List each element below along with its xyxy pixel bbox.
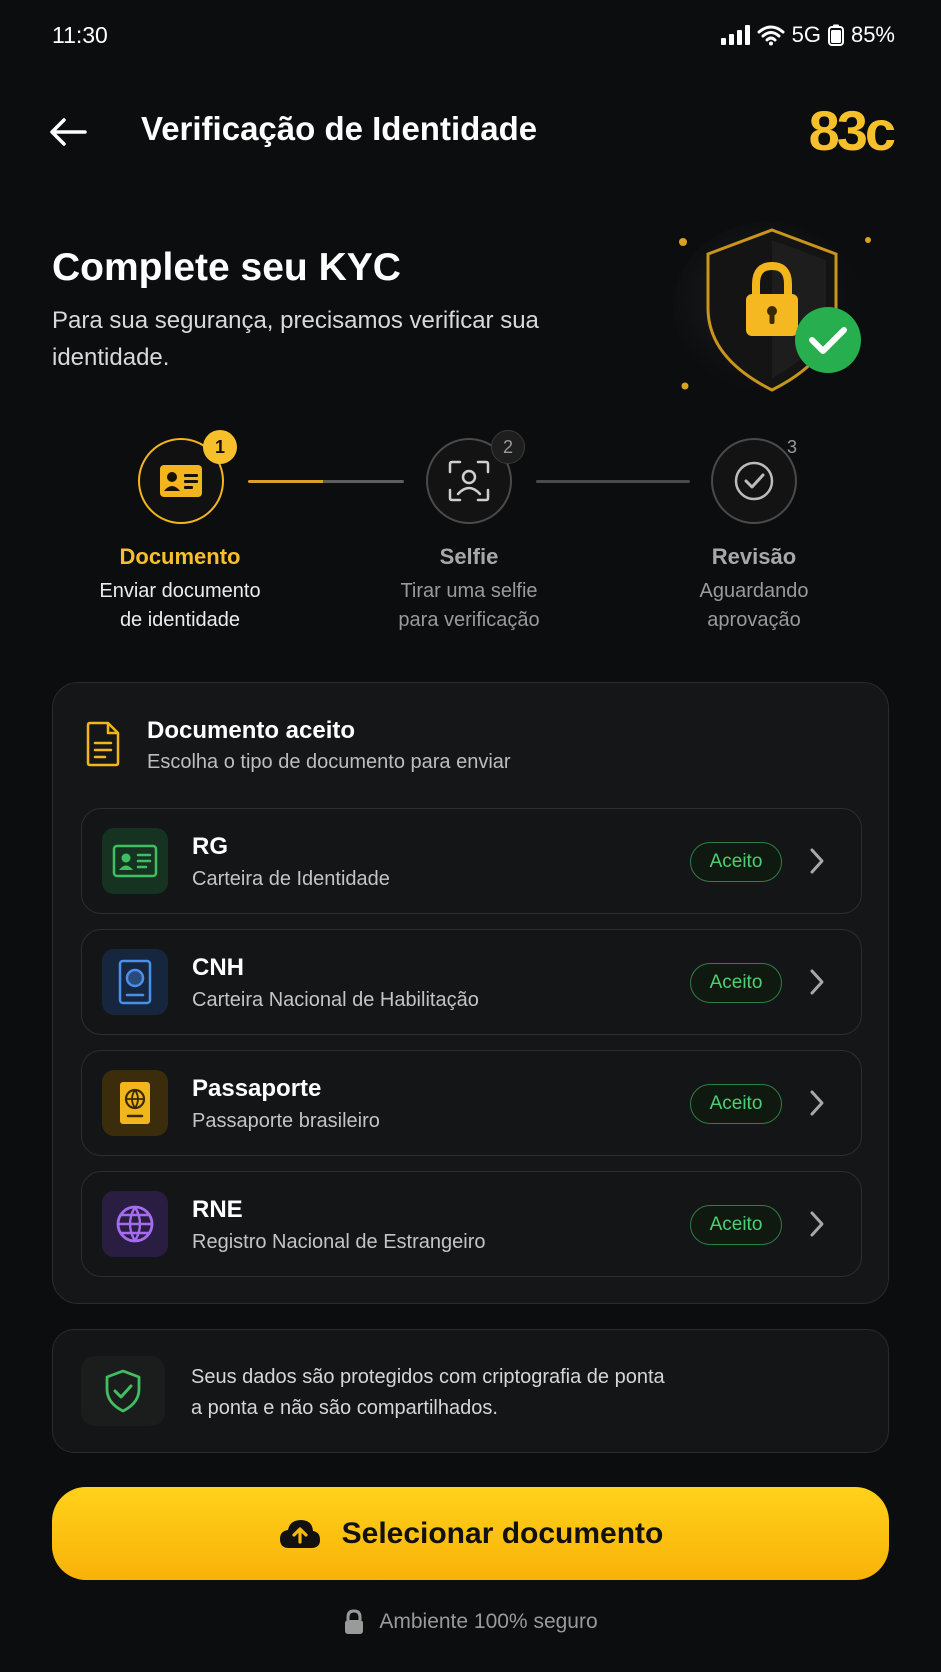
step-2-desc-line1: Tirar uma selfie bbox=[400, 580, 538, 602]
documents-subtitle: Escolha o tipo de documento para enviar bbox=[147, 751, 511, 773]
battery-icon bbox=[827, 24, 844, 46]
accepted-badge: Aceito bbox=[690, 1084, 782, 1124]
hero-subtitle: Para sua segurança, precisamos verificar… bbox=[52, 307, 539, 371]
accepted-badge: Aceito bbox=[690, 963, 782, 1003]
document-icon bbox=[86, 721, 120, 767]
select-document-label: Selecionar documento bbox=[341, 1516, 664, 1550]
arrow-left-icon bbox=[50, 118, 87, 146]
step-3-badge: 3 bbox=[786, 436, 797, 457]
notice-line-2: a ponta e não são compartilhados. bbox=[191, 1397, 498, 1419]
document-description: Carteira de Identidade bbox=[192, 868, 390, 890]
chevron-right-icon bbox=[810, 1090, 824, 1116]
back-button[interactable] bbox=[44, 108, 92, 156]
chevron-right-icon bbox=[810, 848, 824, 874]
license-icon bbox=[102, 949, 168, 1015]
chevron-right-icon bbox=[810, 969, 824, 995]
document-name: RNE bbox=[192, 1196, 243, 1223]
check-circle-icon bbox=[734, 461, 774, 501]
documents-card: Documento aceito Escolha o tipo de docum… bbox=[52, 682, 889, 1304]
step-1-badge: 1 bbox=[203, 430, 237, 464]
kyc-screen: 11:30 5G 85% Verificação de Identidade 8… bbox=[0, 0, 941, 1672]
id-card-icon bbox=[160, 465, 202, 497]
passport-icon bbox=[102, 1070, 168, 1136]
document-description: Passaporte brasileiro bbox=[192, 1110, 380, 1132]
network-type: 5G bbox=[791, 22, 821, 47]
document-description: Registro Nacional de Estrangeiro bbox=[192, 1231, 486, 1253]
step-1-desc-line1: Enviar documento bbox=[99, 580, 261, 602]
security-notice: Seus dados são protegidos com criptograf… bbox=[52, 1329, 889, 1453]
signal-icon bbox=[720, 25, 750, 45]
document-option-cnh[interactable]: CNH Carteira Nacional de Habilitação Ace… bbox=[81, 929, 862, 1035]
secure-environment-text: Ambiente 100% seguro bbox=[379, 1610, 598, 1633]
id-card-icon bbox=[102, 828, 168, 894]
step-1-desc-line2: de identidade bbox=[119, 609, 241, 631]
secure-environment-note: Ambiente 100% seguro bbox=[0, 1609, 941, 1635]
document-description: Carteira Nacional de Habilitação bbox=[192, 989, 479, 1011]
battery-level: 85% bbox=[850, 22, 895, 47]
security-notice-text: Seus dados são protegidos com criptograf… bbox=[191, 1362, 751, 1424]
accepted-badge: Aceito bbox=[690, 1205, 782, 1245]
step-2-desc-line2: para verificação bbox=[398, 609, 540, 631]
wifi-icon bbox=[757, 25, 785, 46]
document-option-passaporte[interactable]: Passaporte Passaporte brasileiro Aceito bbox=[81, 1050, 862, 1156]
lock-icon bbox=[345, 1609, 364, 1634]
face-scan-icon bbox=[448, 460, 490, 502]
document-option-rg[interactable]: RG Carteira de Identidade Aceito bbox=[81, 808, 862, 914]
step-3-desc-line2: aprovação bbox=[707, 609, 801, 631]
step-1-name: Documento bbox=[119, 544, 241, 569]
step-connector-2 bbox=[536, 480, 690, 483]
notice-line-1: Seus dados são protegidos com criptograf… bbox=[191, 1366, 665, 1388]
hero-title: Complete seu KYC bbox=[52, 246, 401, 289]
status-indicators: 5G 85% bbox=[720, 22, 895, 48]
select-document-button[interactable]: Selecionar documento bbox=[52, 1487, 889, 1580]
step-3-desc-line1: Aguardando bbox=[699, 580, 809, 602]
shield-check-icon bbox=[81, 1356, 165, 1426]
status-time: 11:30 bbox=[52, 22, 108, 48]
chevron-right-icon bbox=[810, 1211, 824, 1237]
document-name: CNH bbox=[192, 954, 244, 981]
page-title: Verificação de Identidade bbox=[141, 110, 538, 147]
document-name: RG bbox=[192, 833, 228, 860]
shield-lock-illustration bbox=[673, 222, 871, 392]
step-2-name: Selfie bbox=[439, 544, 499, 569]
document-option-rne[interactable]: RNE Registro Nacional de Estrangeiro Ace… bbox=[81, 1171, 862, 1277]
step-connector-1 bbox=[248, 480, 404, 483]
cloud-upload-icon bbox=[279, 1519, 320, 1548]
status-bar: 11:30 5G 85% bbox=[0, 0, 941, 72]
document-name: Passaporte bbox=[192, 1075, 322, 1102]
step-2-badge: 2 bbox=[491, 430, 525, 464]
brand-logo: 83c bbox=[808, 99, 896, 162]
documents-title: Documento aceito bbox=[147, 717, 356, 744]
step-3-name: Revisão bbox=[711, 544, 797, 569]
globe-icon bbox=[102, 1191, 168, 1257]
accepted-badge: Aceito bbox=[690, 842, 782, 882]
